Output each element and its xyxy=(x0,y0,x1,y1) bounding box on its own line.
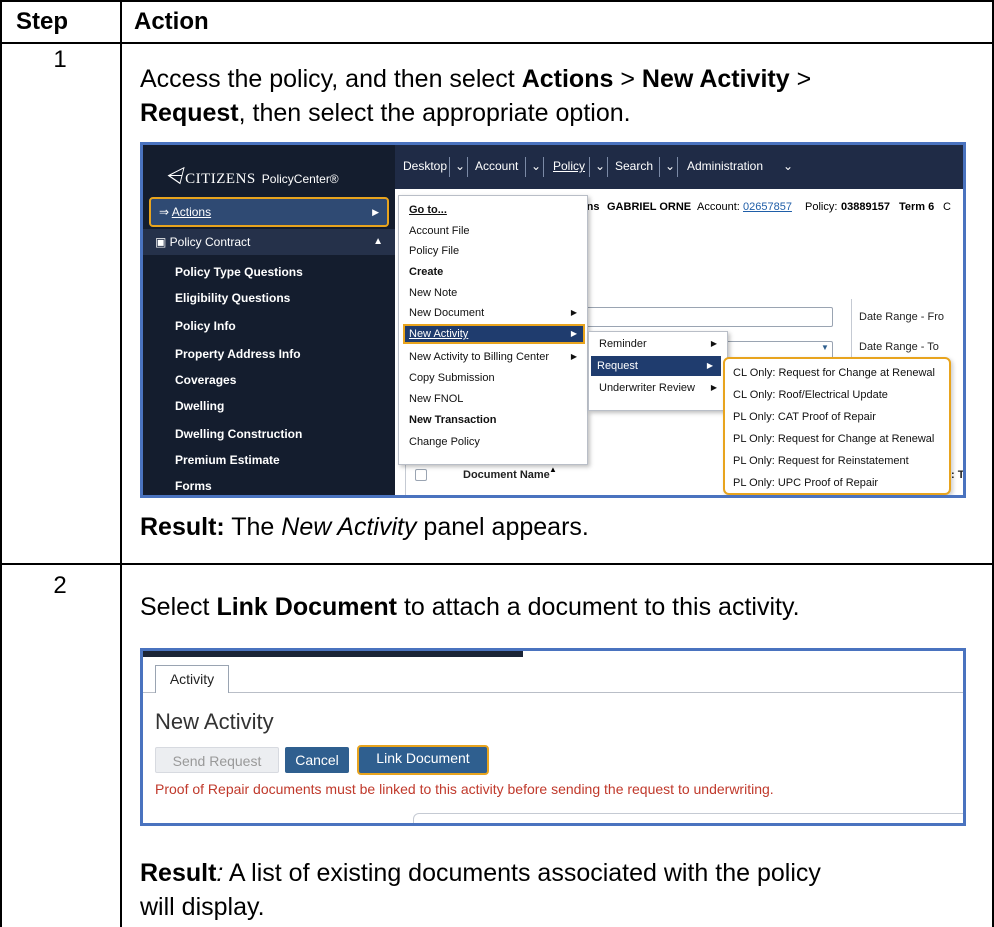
cancel-button[interactable]: Cancel xyxy=(285,747,349,773)
menu-item-new-note[interactable]: New Note xyxy=(405,283,583,303)
header-step: Step xyxy=(16,8,69,35)
chevron-down-icon[interactable]: ⌄ xyxy=(783,159,793,173)
caret-up-icon: ▲ xyxy=(373,236,383,247)
request-option[interactable]: PL Only: Request for Reinstatement xyxy=(733,451,909,471)
caret-right-icon: ▶ xyxy=(570,352,577,361)
search-field[interactable] xyxy=(583,307,833,327)
procedure-table: Step Action 1 Access the policy, and the… xyxy=(0,0,994,927)
request-option[interactable]: CL Only: Request for Change at Renewal xyxy=(733,363,935,383)
menu-item-account-file[interactable]: Account File xyxy=(405,221,583,241)
step1-instruction: Access the policy, and then select Actio… xyxy=(140,65,812,127)
header-action: Action xyxy=(134,8,209,35)
menu-administration[interactable]: Administration xyxy=(687,159,763,173)
page-title: New Activity xyxy=(155,709,274,734)
caret-right-icon: ▶ xyxy=(706,361,713,370)
left-sidebar: ⩤ CITIZENS PolicyCenter® ⇒ Actions ▶ ▣ Pol… xyxy=(143,145,395,495)
caret-right-icon: ▶ xyxy=(372,207,379,217)
menu-item-new-fnol[interactable]: New FNOL xyxy=(405,389,583,409)
send-request-button[interactable]: Send Request xyxy=(155,747,279,773)
request-submenu: CL Only: Request for Change at Renewal C… xyxy=(723,357,951,495)
submenu-reminder[interactable]: Reminder ▶ xyxy=(595,334,723,354)
table-row-divider xyxy=(0,563,994,565)
row-checkbox[interactable] xyxy=(415,469,427,481)
menu-section-new-transaction: New Transaction xyxy=(409,414,497,426)
caret-right-icon: ▶ xyxy=(570,308,577,317)
actions-icon: ⇒ xyxy=(159,205,172,219)
caret-right-icon: ▶ xyxy=(710,383,717,392)
menu-item-copy-submission[interactable]: Copy Submission xyxy=(405,368,583,388)
request-option[interactable]: PL Only: Request for Change at Renewal xyxy=(733,429,934,449)
menu-search[interactable]: Search xyxy=(615,159,653,173)
request-option[interactable]: PL Only: CAT Proof of Repair xyxy=(733,407,876,427)
document-name-header[interactable]: Document Name xyxy=(463,469,550,481)
citizens-logo: ⩤ CITIZENS PolicyCenter® xyxy=(165,163,339,188)
menu-section-create: Create xyxy=(409,266,444,278)
sidebar-item[interactable]: Forms xyxy=(175,479,212,493)
sidebar-item[interactable]: Coverages xyxy=(175,373,236,387)
caret-right-icon: ▶ xyxy=(710,339,717,348)
step-number-2: 2 xyxy=(53,572,67,599)
screenshot-new-activity: Activity New Activity Send Request Cance… xyxy=(140,648,966,826)
request-option[interactable]: PL Only: UPC Proof of Repair xyxy=(733,473,878,493)
tab-activity[interactable]: Activity xyxy=(155,665,229,693)
account-link[interactable]: 02657857 xyxy=(743,201,792,213)
document-icon: ▣ xyxy=(155,235,170,249)
menu-item-policy-file[interactable]: Policy File xyxy=(405,241,583,261)
request-option[interactable]: CL Only: Roof/Electrical Update xyxy=(733,385,888,405)
step2-instruction: Select Link Document to attach a documen… xyxy=(140,593,800,621)
step-number-1: 1 xyxy=(53,46,67,73)
chevron-down-icon[interactable]: ⌄ xyxy=(455,159,465,173)
new-activity-submenu: Reminder ▶ Request ▶ Underwriter Review ▶ xyxy=(588,331,728,411)
link-document-button[interactable]: Link Document xyxy=(357,745,489,775)
menu-item-new-document[interactable]: New Document ▶ xyxy=(405,303,583,323)
sidebar-item[interactable]: Eligibility Questions xyxy=(175,291,290,305)
chevron-down-icon[interactable]: ⌄ xyxy=(665,159,675,173)
table-column-divider xyxy=(120,0,122,927)
menu-account[interactable]: Account xyxy=(475,159,518,173)
submenu-request[interactable]: Request ▶ xyxy=(591,356,721,376)
sidebar-policy-contract[interactable]: ▣ Policy Contract ▲ xyxy=(143,229,395,255)
sidebar-item[interactable]: Policy Info xyxy=(175,319,236,333)
caret-right-icon: ▶ xyxy=(570,329,577,338)
menu-desktop[interactable]: Desktop xyxy=(403,159,447,173)
menu-item-change-policy[interactable]: Change Policy xyxy=(405,432,583,452)
menu-item-goto[interactable]: Go to... xyxy=(405,200,583,220)
actions-dropdown: Go to... Account File Policy File Create… xyxy=(398,195,588,465)
step1-result: Result: The New Activity panel appears. xyxy=(140,513,589,541)
warning-message: Proof of Repair documents must be linked… xyxy=(155,781,774,797)
sidebar-item[interactable]: Dwelling xyxy=(175,399,224,413)
menu-item-new-activity[interactable]: New Activity ▶ xyxy=(403,324,585,344)
sidebar-item[interactable]: Property Address Info xyxy=(175,347,301,361)
sidebar-item[interactable]: Policy Type Questions xyxy=(175,265,303,279)
menu-item-activity-billing[interactable]: New Activity to Billing Center ▶ xyxy=(405,347,583,367)
sidebar-item[interactable]: Premium Estimate xyxy=(175,453,280,467)
step2-result: Result: A list of existing documents ass… xyxy=(140,859,821,921)
top-menu-bar: Desktop ⌄ Account ⌄ Policy ⌄ Search ⌄ Ad… xyxy=(395,145,963,189)
screenshot-actions-menu: ⩤ CITIZENS PolicyCenter® ⇒ Actions ▶ ▣ Pol… xyxy=(140,142,966,498)
chevron-down-icon: ▼ xyxy=(821,343,829,352)
chevron-down-icon[interactable]: ⌄ xyxy=(531,159,541,173)
sort-ascending-icon: ▲ xyxy=(549,465,557,474)
submenu-underwriter-review[interactable]: Underwriter Review ▶ xyxy=(595,378,723,398)
chevron-down-icon[interactable]: ⌄ xyxy=(595,159,605,173)
sidebar-item[interactable]: Dwelling Construction xyxy=(175,427,302,441)
table-border-left xyxy=(0,0,2,927)
menu-policy[interactable]: Policy xyxy=(553,159,585,173)
sidebar-actions[interactable]: ⇒ Actions ▶ xyxy=(149,197,389,227)
